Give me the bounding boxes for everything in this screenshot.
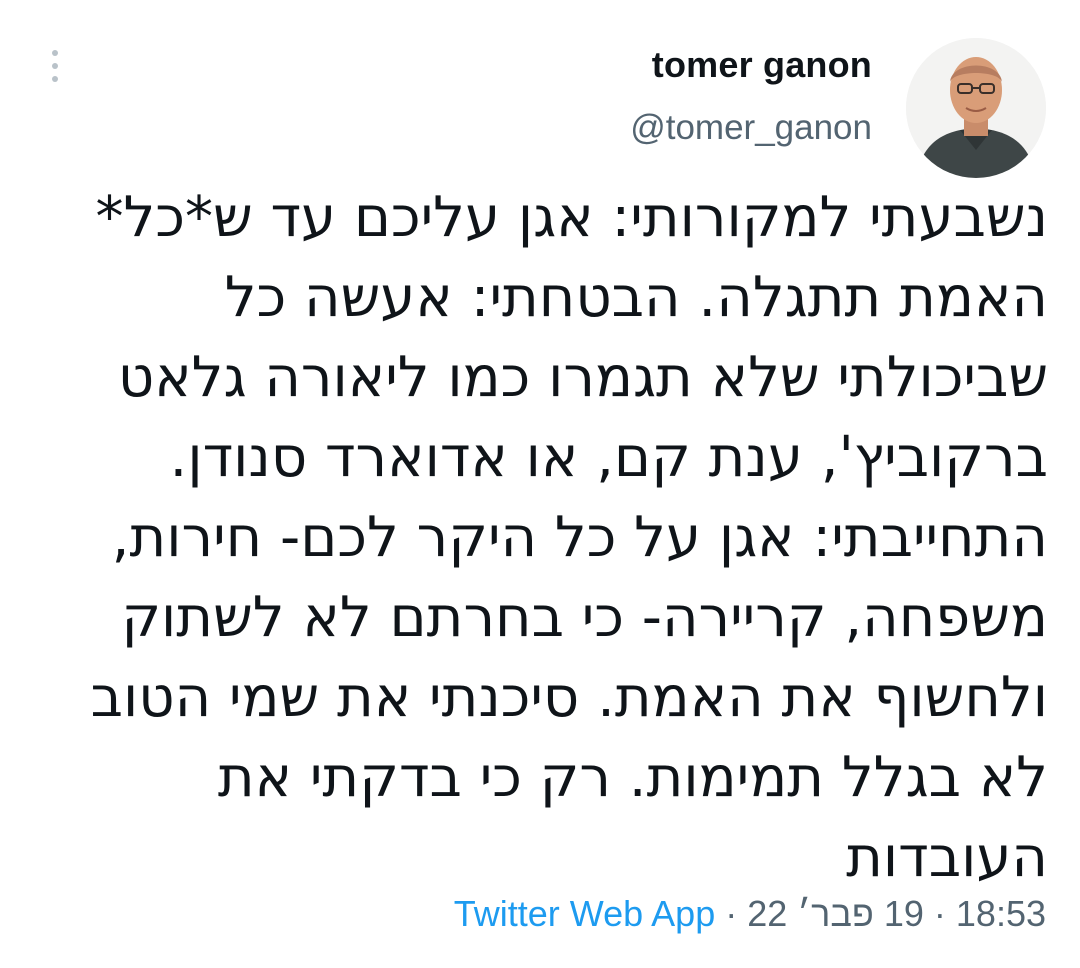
tweet-date[interactable]: 19 פבר׳ 22 (747, 893, 924, 934)
tweet-card: tomer ganon @tomer_ganon נשבעתי למקורותי… (0, 0, 1080, 968)
separator-dot: · (725, 893, 738, 934)
more-options-icon[interactable] (40, 44, 70, 88)
author-info[interactable]: tomer ganon @tomer_ganon (630, 40, 872, 154)
tweet-source-link[interactable]: Twitter Web App (454, 893, 715, 934)
menu-dot (52, 50, 58, 56)
tweet-body-text: נשבעתי למקורותי: אגן עליכם עד ש*כל* האמת… (90, 185, 1048, 890)
separator-dot: · (933, 893, 946, 934)
tweet-time[interactable]: 18:53 (956, 893, 1046, 934)
menu-dot (52, 63, 58, 69)
author-avatar[interactable] (906, 38, 1046, 178)
menu-dot (52, 76, 58, 82)
author-display-name[interactable]: tomer ganon (630, 40, 872, 90)
avatar-portrait (906, 38, 1046, 178)
tweet-metadata: Twitter Web App · 19 פבר׳ 22 · 18:53 (454, 890, 1046, 938)
author-handle[interactable]: @tomer_ganon (630, 102, 872, 154)
